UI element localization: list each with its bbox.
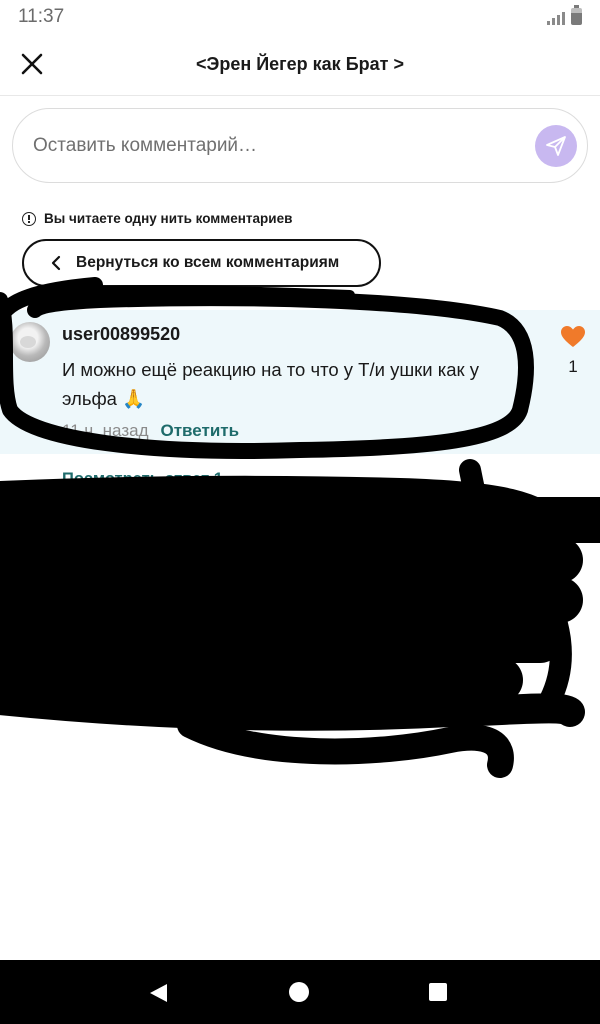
view-replies-link[interactable]: Посмотреть ответ 1	[62, 470, 223, 489]
reply-button[interactable]: Ответить	[161, 421, 240, 441]
back-to-all-comments-button[interactable]: Вернуться ко всем комментариям	[22, 239, 381, 287]
thread-notice-text: Вы читаете одну нить комментариев	[44, 211, 293, 226]
battery-icon	[571, 5, 582, 25]
page-title: <Эрен Йегер как Брат >	[196, 54, 404, 74]
comment-meta: 11 ч. назад Ответить	[62, 421, 239, 441]
thread-notice: Вы читаете одну нить комментариев	[22, 211, 292, 226]
comment-time: 11 ч. назад	[62, 421, 149, 440]
avatar[interactable]	[10, 322, 50, 362]
nav-home-icon[interactable]	[289, 982, 309, 1002]
comment-username[interactable]: user00899520	[62, 324, 180, 345]
chevron-left-icon	[51, 255, 61, 271]
status-time: 11:37	[18, 6, 65, 27]
comment-input[interactable]	[33, 131, 513, 161]
system-nav-bar	[0, 960, 600, 1024]
heart-icon[interactable]	[560, 508, 586, 532]
comment-input-container	[12, 108, 588, 183]
info-icon	[22, 211, 36, 226]
comment-text: И можно ещё реакцию на то что у Т/и ушки…	[62, 359, 480, 409]
status-bar: 11:37	[0, 0, 600, 34]
like-count: 1	[568, 357, 578, 376]
nav-back-icon[interactable]	[147, 982, 169, 1004]
send-button[interactable]	[535, 125, 577, 167]
status-icons	[547, 5, 582, 25]
heart-icon[interactable]	[560, 325, 586, 349]
nav-recent-apps-icon[interactable]	[429, 983, 447, 1001]
header: <Эрен Йегер как Брат >	[0, 34, 600, 96]
signal-icon	[547, 11, 565, 25]
send-icon	[546, 136, 566, 156]
back-button-label: Вернуться ко всем комментариям	[76, 254, 340, 271]
like-count: 1	[568, 540, 578, 559]
